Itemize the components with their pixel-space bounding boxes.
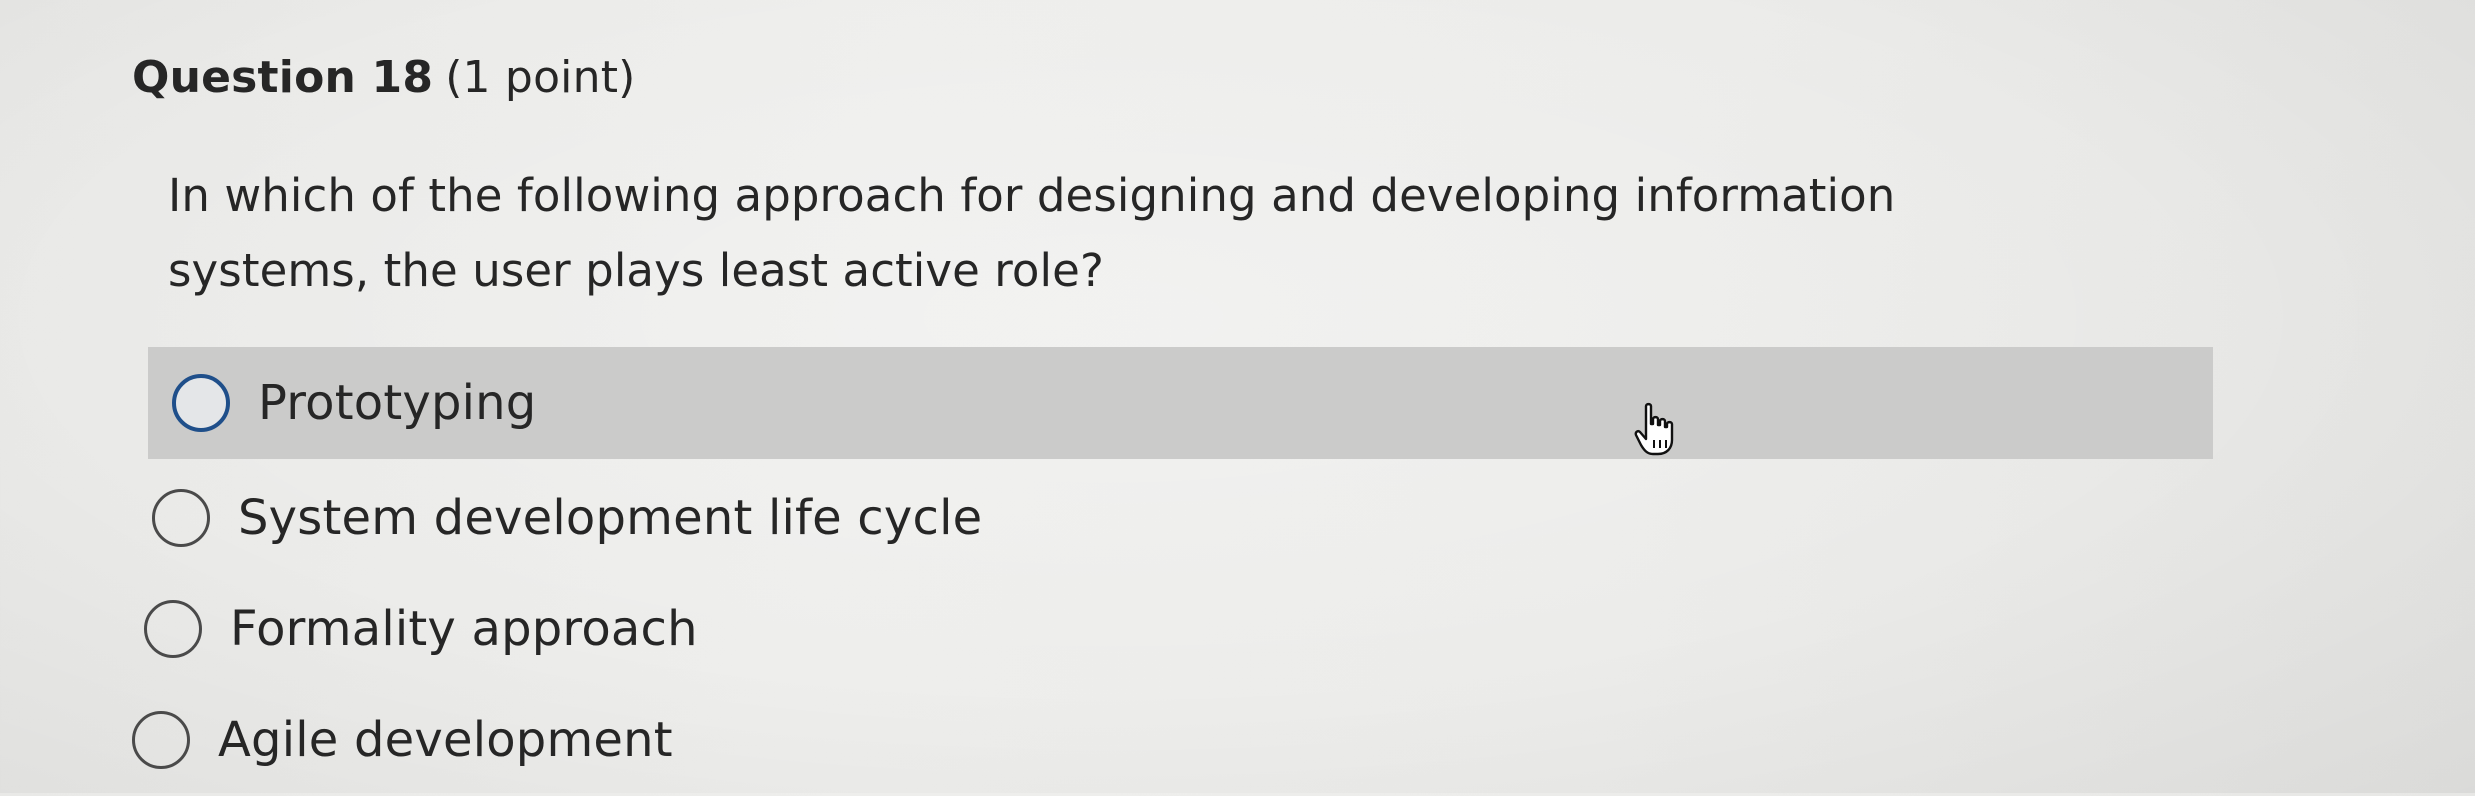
radio-button[interactable]: [152, 489, 210, 547]
hand-pointer-icon: [1634, 402, 1674, 456]
option-label: Formality approach: [230, 601, 698, 657]
option-agile-development[interactable]: Agile development: [128, 684, 1328, 796]
radio-button[interactable]: [172, 374, 230, 432]
option-label: Agile development: [218, 712, 673, 768]
option-prototyping[interactable]: Prototyping: [148, 347, 2213, 459]
radio-button[interactable]: [132, 711, 190, 769]
option-label: Prototyping: [258, 375, 537, 431]
option-label: System development life cycle: [238, 490, 983, 546]
option-formality-approach[interactable]: Formality approach: [140, 573, 1340, 685]
radio-button[interactable]: [144, 600, 202, 658]
option-sdlc[interactable]: System development life cycle: [148, 462, 1348, 574]
answer-options: Prototyping System development life cycl…: [0, 0, 2475, 793]
